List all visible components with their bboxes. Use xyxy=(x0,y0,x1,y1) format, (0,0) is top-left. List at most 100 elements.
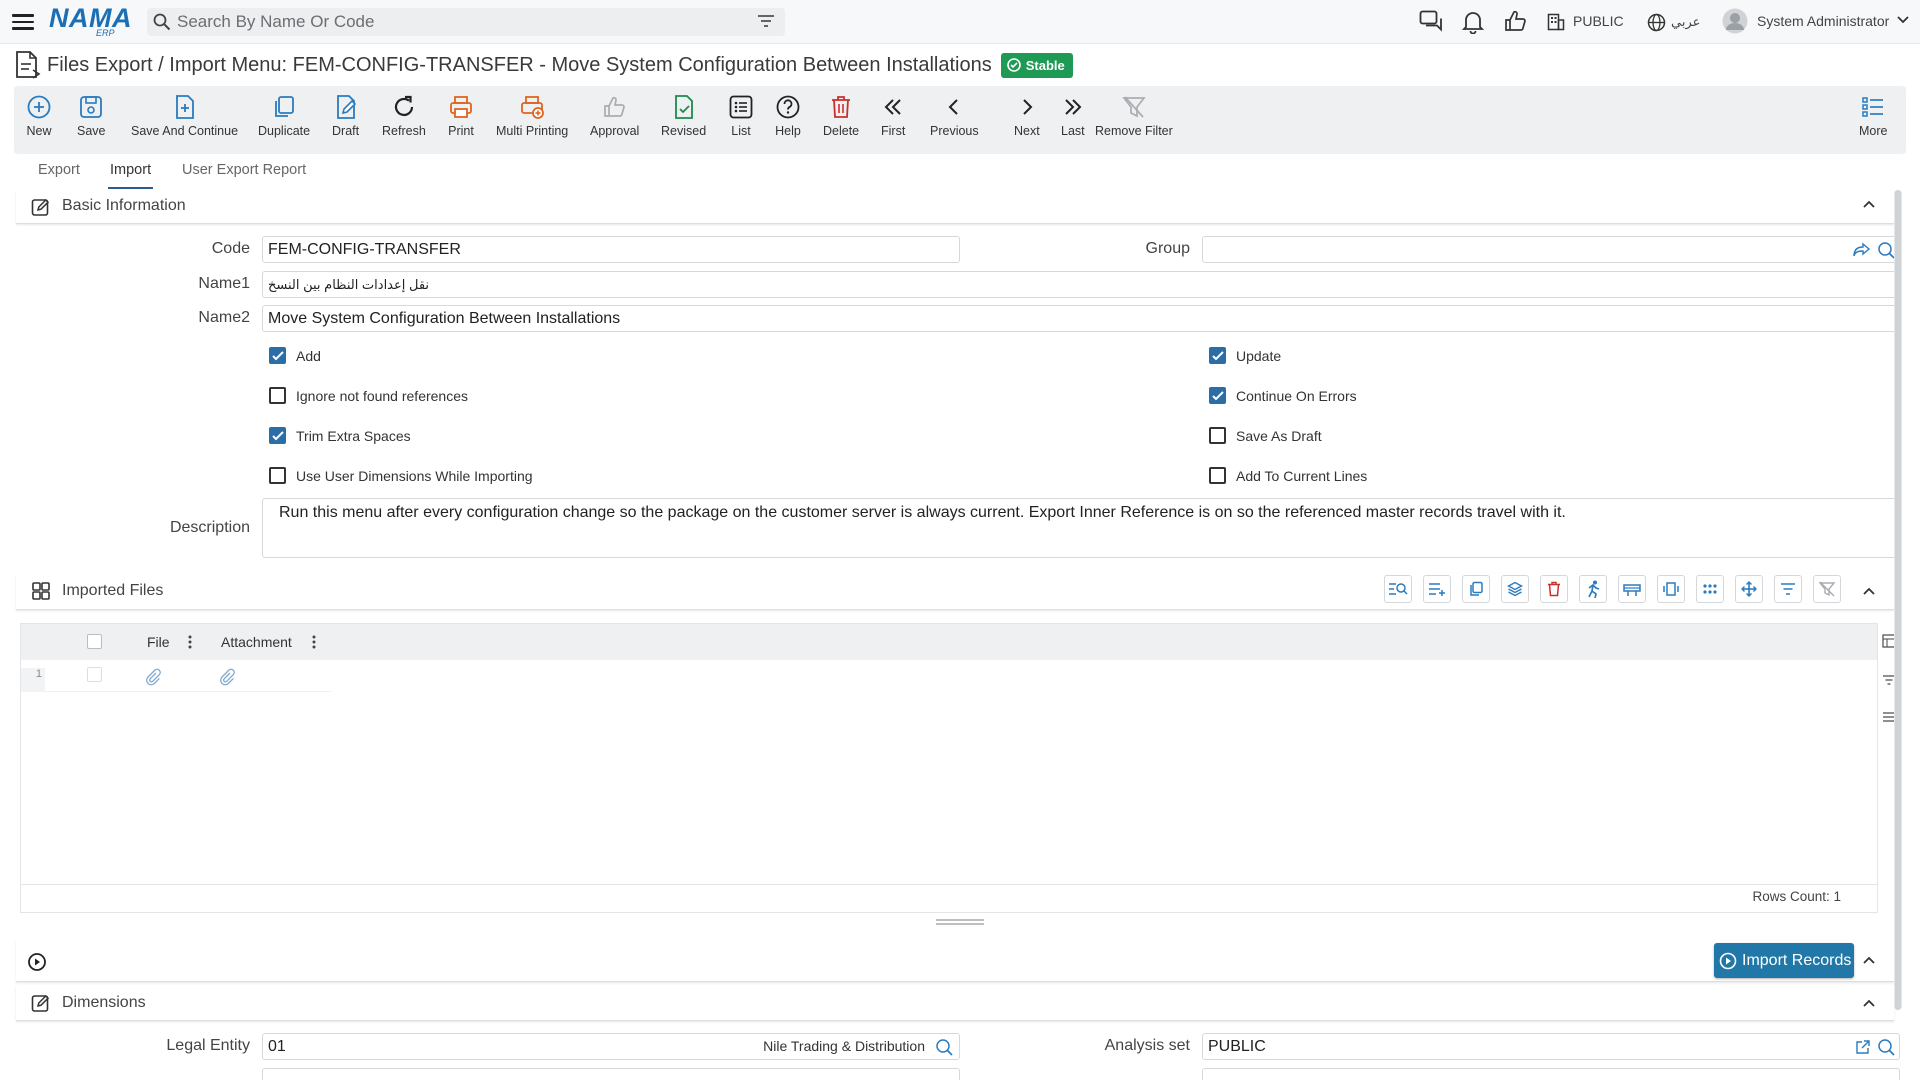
page-title-bar: Files Export / Import Menu: FEM-CONFIG-T… xyxy=(14,50,1073,80)
code-field[interactable]: FEM-CONFIG-TRANSFER xyxy=(262,236,960,263)
multi-printing-button[interactable]: Multi Printing xyxy=(496,94,568,138)
grid-move-button[interactable] xyxy=(1735,575,1763,603)
chevron-up-icon[interactable] xyxy=(1862,586,1876,596)
save-button[interactable]: Save xyxy=(77,94,106,138)
approvals-thumbs-up-icon[interactable] xyxy=(1504,10,1527,32)
organization-label[interactable]: PUBLIC xyxy=(1573,13,1624,29)
notifications-bell-icon[interactable] xyxy=(1462,10,1484,34)
search-filter-icon[interactable] xyxy=(757,14,775,30)
grid-insert-row-button[interactable] xyxy=(1618,575,1646,603)
table-row[interactable]: 1 xyxy=(21,660,331,692)
first-button-label: First xyxy=(881,124,906,138)
grid-search-button[interactable] xyxy=(1384,575,1412,603)
next-record-button[interactable]: Next xyxy=(1014,94,1040,138)
name2-field[interactable]: Move System Configuration Between Instal… xyxy=(262,305,1900,332)
play-circle-icon[interactable] xyxy=(27,952,47,972)
lookup-search-icon[interactable] xyxy=(1877,1038,1897,1056)
legal-entity-field[interactable]: 01 Nile Trading & Distribution xyxy=(262,1033,960,1060)
tab-user-export-report[interactable]: User Export Report xyxy=(182,162,306,178)
group-field[interactable] xyxy=(1202,236,1900,263)
grid-run-button[interactable] xyxy=(1579,575,1607,603)
lookup-search-icon[interactable] xyxy=(935,1038,955,1056)
dimension-field-next[interactable] xyxy=(262,1068,960,1080)
grid-add-row-button[interactable] xyxy=(1423,575,1451,603)
column-header-file[interactable]: File xyxy=(147,634,170,650)
previous-button-label: Previous xyxy=(930,124,979,138)
column-menu-icon[interactable] xyxy=(312,635,316,649)
analysis-set-field[interactable]: PUBLIC xyxy=(1202,1033,1900,1060)
checkbox-checked-icon xyxy=(269,347,286,364)
chevron-up-icon[interactable] xyxy=(1862,955,1876,965)
continue-on-errors-checkbox[interactable]: Continue On Errors xyxy=(1209,387,1357,404)
grid-remove-filter-button[interactable] xyxy=(1813,575,1841,603)
chevron-up-icon[interactable] xyxy=(1862,998,1876,1008)
last-record-button[interactable]: Last xyxy=(1061,94,1085,138)
dimension-field-next-right[interactable] xyxy=(1202,1068,1900,1080)
grid-copy-button[interactable] xyxy=(1462,575,1490,603)
grid-dots-button[interactable] xyxy=(1696,575,1724,603)
action-toolbar: New Save Save And Continue Duplicate Dra… xyxy=(14,86,1906,154)
select-all-checkbox[interactable] xyxy=(87,634,102,649)
grid-column-fit-button[interactable] xyxy=(1657,575,1685,603)
revised-button[interactable]: Revised xyxy=(661,94,706,138)
resize-handle-icon[interactable] xyxy=(936,918,984,926)
grid-filter-button[interactable] xyxy=(1774,575,1802,603)
tab-import[interactable]: Import xyxy=(107,162,154,189)
dimensions-section-header[interactable]: Dimensions xyxy=(16,985,1894,1021)
user-avatar-icon[interactable] xyxy=(1722,8,1748,34)
ignore-not-found-references-checkbox[interactable]: Ignore not found references xyxy=(269,387,468,404)
analysis-set-label: Analysis set xyxy=(1104,1037,1190,1054)
approval-button[interactable]: Approval xyxy=(590,94,639,138)
share-forward-icon[interactable] xyxy=(1853,242,1871,258)
basic-information-section-header[interactable]: Basic Information xyxy=(16,190,1894,224)
description-textarea[interactable]: Run this menu after every configuration … xyxy=(262,498,1900,558)
refresh-button[interactable]: Refresh xyxy=(382,94,426,138)
save-as-draft-checkbox[interactable]: Save As Draft xyxy=(1209,427,1322,444)
first-record-button[interactable]: First xyxy=(881,94,905,138)
group-label: Group xyxy=(1145,240,1190,257)
building-icon[interactable] xyxy=(1547,13,1565,31)
draft-button[interactable]: Draft xyxy=(332,94,359,138)
paperclip-icon[interactable] xyxy=(145,668,161,686)
save-and-continue-button[interactable]: Save And Continue xyxy=(131,94,238,138)
user-menu-chevron-down-icon[interactable] xyxy=(1897,16,1909,24)
add-to-current-lines-checkbox[interactable]: Add To Current Lines xyxy=(1209,467,1367,484)
row-select-checkbox[interactable] xyxy=(87,667,102,682)
search-input[interactable] xyxy=(177,10,737,34)
grid-layers-button[interactable] xyxy=(1501,575,1529,603)
delete-button[interactable]: Delete xyxy=(823,94,859,138)
import-records-button[interactable]: Import Records xyxy=(1714,943,1854,978)
nama-logo[interactable]: NAMA ERP xyxy=(49,4,132,38)
user-name[interactable]: System Administrator xyxy=(1757,13,1889,29)
import-records-label: Import Records xyxy=(1742,951,1852,969)
print-button[interactable]: Print xyxy=(448,94,474,138)
new-button[interactable]: New xyxy=(26,94,52,138)
add-checkbox[interactable]: Add xyxy=(269,347,321,364)
column-header-attachment[interactable]: Attachment xyxy=(221,634,292,650)
top-bar: NAMA ERP PUBLIC عربي System Administrato… xyxy=(0,0,1920,44)
grid-delete-button[interactable] xyxy=(1540,575,1568,603)
checkbox-checked-icon xyxy=(269,427,286,444)
plus-circle-icon xyxy=(27,95,51,119)
external-link-icon[interactable] xyxy=(1855,1039,1871,1055)
more-button[interactable]: More xyxy=(1859,94,1887,138)
language-switch[interactable]: عربي xyxy=(1671,14,1700,30)
use-user-dimensions-checkbox[interactable]: Use User Dimensions While Importing xyxy=(269,467,533,484)
menu-hamburger-icon[interactable] xyxy=(12,11,34,31)
chat-icon[interactable] xyxy=(1419,10,1443,32)
update-checkbox[interactable]: Update xyxy=(1209,347,1281,364)
save-and-continue-label: Save And Continue xyxy=(131,124,239,138)
page-scrollbar-thumb[interactable] xyxy=(1895,190,1901,1010)
help-button[interactable]: Help xyxy=(775,94,801,138)
tab-export[interactable]: Export xyxy=(38,162,80,178)
name1-field[interactable]: نقل إعدادات النظام بين النسخ xyxy=(262,271,1900,298)
globe-icon[interactable] xyxy=(1647,13,1666,32)
list-button[interactable]: List xyxy=(728,94,754,138)
remove-filter-button[interactable]: Remove Filter xyxy=(1095,94,1173,138)
duplicate-button[interactable]: Duplicate xyxy=(258,94,310,138)
column-menu-icon[interactable] xyxy=(188,635,192,649)
chevron-up-icon[interactable] xyxy=(1862,199,1876,209)
previous-record-button[interactable]: Previous xyxy=(930,94,979,138)
paperclip-icon[interactable] xyxy=(219,668,235,686)
trim-extra-spaces-checkbox[interactable]: Trim Extra Spaces xyxy=(269,427,411,444)
